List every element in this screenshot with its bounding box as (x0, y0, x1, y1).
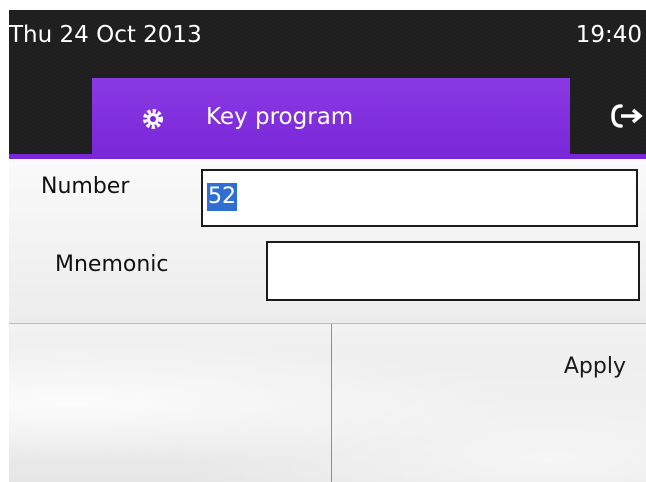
phone-screen: Thu 24 Oct 2013 19:40 Key program Number… (9, 10, 646, 482)
number-input[interactable]: 52 (201, 169, 638, 227)
status-date: Thu 24 Oct 2013 (9, 22, 202, 48)
header-bar: Thu 24 Oct 2013 19:40 Key program (9, 10, 646, 156)
mnemonic-label: Mnemonic (55, 252, 169, 277)
softkey-bar: Apply (9, 323, 646, 482)
tab-label: Key program (206, 104, 354, 130)
number-label: Number (41, 174, 130, 199)
mnemonic-input[interactable] (266, 241, 640, 301)
number-value: 52 (207, 183, 237, 211)
softkey-left[interactable] (9, 324, 331, 482)
status-time: 19:40 (575, 22, 642, 48)
apply-label: Apply (563, 354, 626, 379)
apply-button[interactable]: Apply (332, 324, 646, 482)
exit-icon[interactable] (603, 100, 643, 132)
key-program-form: Number 52 Mnemonic (9, 159, 646, 323)
gear-icon (143, 109, 163, 129)
tab-key-program[interactable]: Key program (92, 78, 570, 154)
